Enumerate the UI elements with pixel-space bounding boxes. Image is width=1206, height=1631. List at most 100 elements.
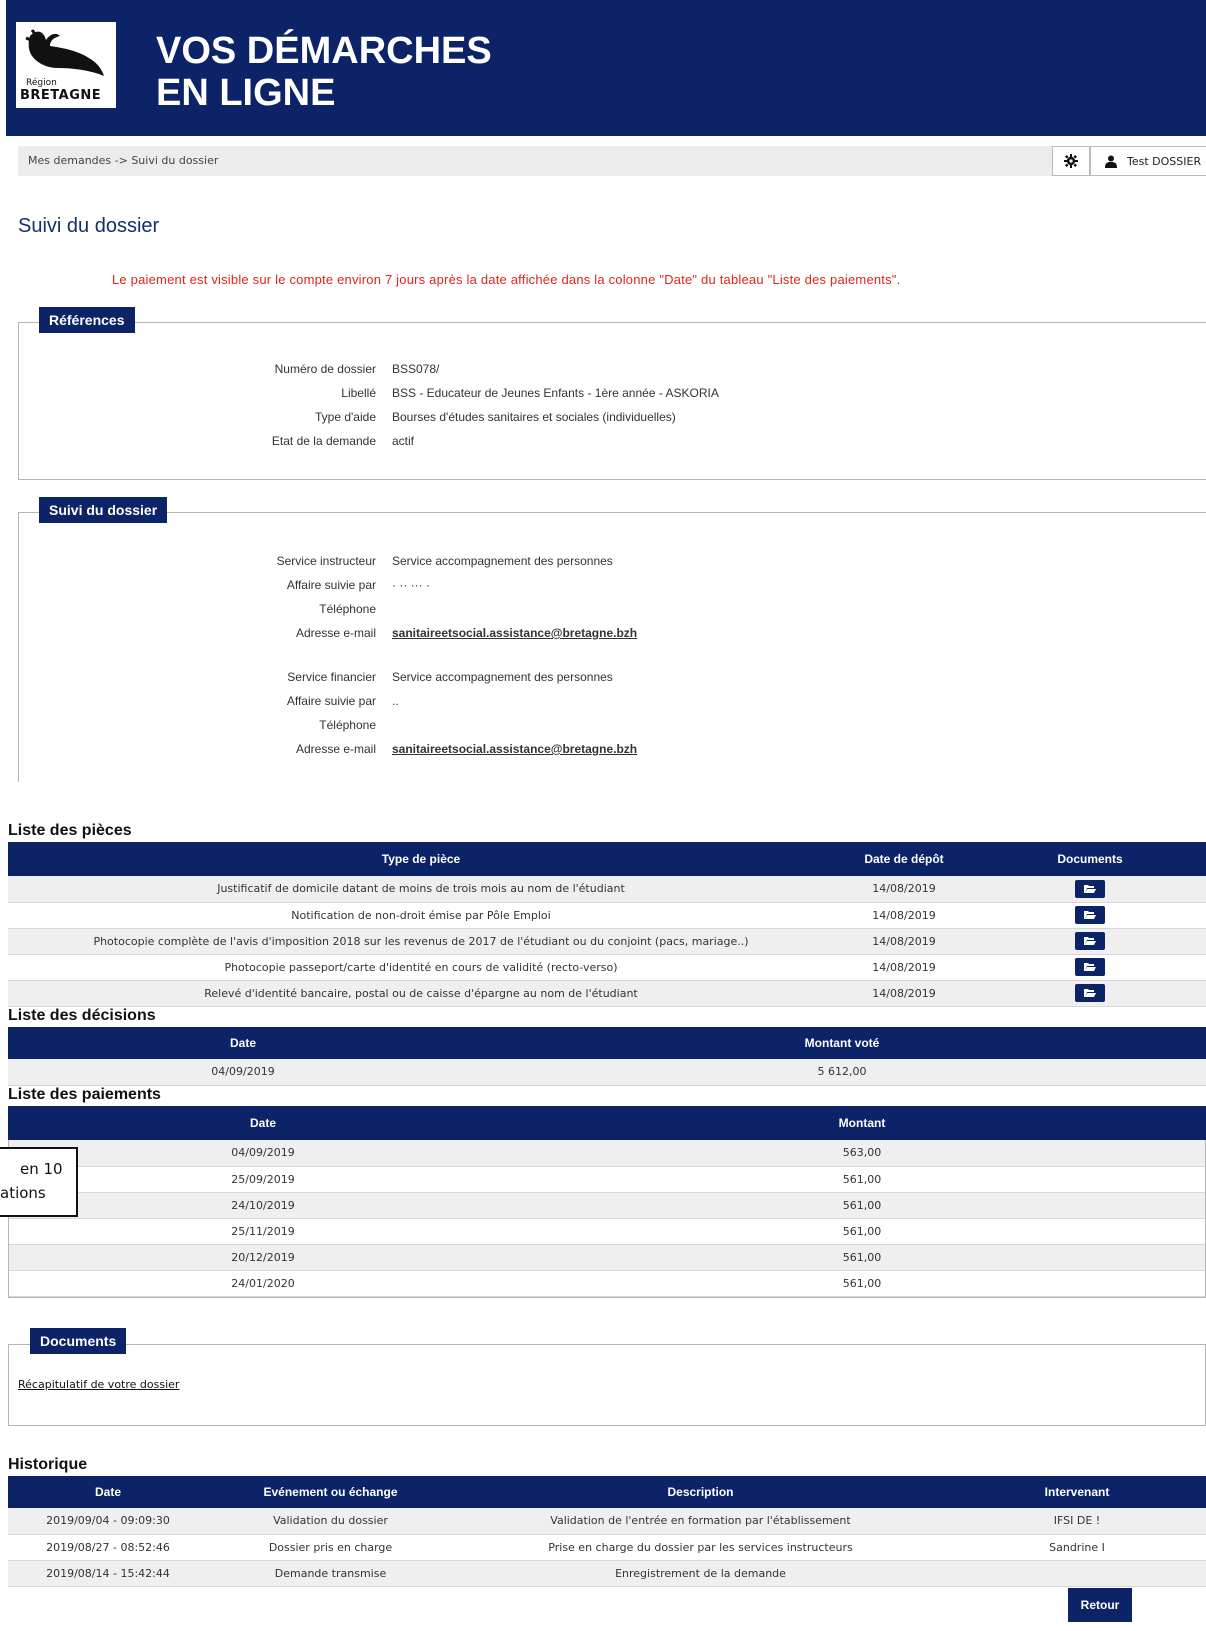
email-link[interactable]: sanitaireetsocial.assistance@bretagne.bz… xyxy=(392,626,637,640)
decisions-header-montant: Montant voté xyxy=(478,1027,1206,1059)
open-document-button[interactable] xyxy=(1075,906,1105,924)
detail-row: Affaire suivie par · ·· ··· · xyxy=(0,578,1206,598)
annotation-callout: en 10 ations xyxy=(0,1147,78,1217)
decisions-title: Liste des décisions xyxy=(8,1007,156,1024)
detail-row: Service instructeur Service accompagnemen… xyxy=(0,554,1206,574)
decisions-table: Date Montant voté 04/09/2019 5 612,00 xyxy=(8,1027,1206,1086)
gear-icon xyxy=(1064,154,1078,168)
email-link[interactable]: sanitaireetsocial.assistance@bretagne.bz… xyxy=(392,742,637,756)
pieces-cell: 14/08/2019 xyxy=(834,954,974,981)
pieces-cell: Justificatif de domicile datant de moins… xyxy=(8,876,834,903)
folder-open-icon xyxy=(1084,937,1096,945)
detail-value: Service accompagnement des personnes xyxy=(392,670,613,684)
historique-header-evenement: Evénement ou échange xyxy=(208,1476,453,1508)
historique-cell: Prise en charge du dossier par les servi… xyxy=(453,1534,948,1561)
document-cell xyxy=(974,928,1206,955)
page-title: Suivi du dossier xyxy=(18,215,160,237)
detail-label: Téléphone xyxy=(319,718,376,732)
recap-dossier-link[interactable]: Récapitulatif de votre dossier xyxy=(18,1378,179,1391)
pieces-table: Type de pièce Date de dépôt Documents Ju… xyxy=(8,842,1206,1007)
historique-header-description: Description xyxy=(453,1476,948,1508)
detail-label: Affaire suivie par xyxy=(286,694,376,708)
paiements-border xyxy=(8,1140,1206,1298)
document-cell xyxy=(974,954,1206,981)
user-icon xyxy=(1105,155,1117,168)
logo-bretagne-text: BRETAGNE xyxy=(20,88,102,103)
table-row: 04/09/2019 5 612,00 xyxy=(8,1059,1206,1086)
pieces-header-date: Date de dépôt xyxy=(834,842,974,876)
detail-value: .. xyxy=(392,694,399,708)
pieces-title: Liste des pièces xyxy=(8,822,132,839)
logo-region-text: Région xyxy=(26,78,57,88)
site-header: Région BRETAGNE VOS DÉMARCHES EN LIGNE xyxy=(6,0,1206,136)
callout-line1: en 10 xyxy=(20,1160,63,1178)
folder-open-icon xyxy=(1084,884,1096,893)
historique-header-date: Date xyxy=(8,1476,208,1508)
pieces-cell: 14/08/2019 xyxy=(834,928,974,955)
historique-cell: Dossier pris en charge xyxy=(208,1534,453,1561)
open-document-button[interactable] xyxy=(1075,984,1105,1002)
table-row: 2019/08/27 - 08:52:46 Dossier pris en cha… xyxy=(8,1534,1206,1561)
table-row: 2019/09/04 - 09:09:30 Validation du dossi… xyxy=(8,1508,1206,1535)
site-title: VOS DÉMARCHES EN LIGNE xyxy=(156,30,492,114)
pieces-cell: 14/08/2019 xyxy=(834,876,974,903)
detail-label: Etat de la demande xyxy=(271,434,376,448)
pieces-cell: Relevé d'identité bancaire, postal ou de… xyxy=(8,980,834,1007)
historique-cell: 2019/08/27 - 08:52:46 xyxy=(8,1534,208,1561)
historique-cell: 2019/08/14 - 15:42:44 xyxy=(8,1560,208,1587)
detail-label: Service instructeur xyxy=(276,554,376,568)
historique-header-intervenant: Intervenant xyxy=(948,1476,1206,1508)
ermine-logo-icon xyxy=(25,29,104,76)
pieces-cell: Photocopie passeport/carte d'identité en… xyxy=(8,954,834,981)
pieces-header-documents: Documents xyxy=(974,842,1206,876)
paiements-header-montant: Montant xyxy=(518,1106,1206,1140)
references-legend: Références xyxy=(39,307,135,333)
detail-row: Téléphone xyxy=(0,718,1206,738)
pieces-cell: 14/08/2019 xyxy=(834,980,974,1007)
historique-cell: Validation de l'entrée en formation par … xyxy=(453,1508,948,1535)
historique-cell xyxy=(948,1560,1206,1587)
detail-value: · ·· ··· · xyxy=(392,578,430,592)
document-cell xyxy=(974,902,1206,929)
historique-table: Date Evénement ou échange Description In… xyxy=(8,1476,1206,1587)
retour-button[interactable]: Retour xyxy=(1068,1588,1132,1622)
detail-label: Adresse e-mail xyxy=(295,742,376,756)
user-name: Test DOSSIER xyxy=(1127,154,1202,168)
detail-value: Service accompagnement des personnes xyxy=(392,554,613,568)
user-menu-button[interactable]: Test DOSSIER xyxy=(1090,146,1206,176)
detail-row: Numéro de dossier BSS078/ xyxy=(0,362,1206,382)
detail-row: Etat de la demande actif xyxy=(0,434,1206,454)
detail-row: Adresse e-mail sanitaireetsocial.assistan… xyxy=(0,626,1206,646)
table-row: Notification de non-droit émise par Pôle… xyxy=(8,902,1206,929)
table-row: Photocopie complète de l'avis d'impositi… xyxy=(8,928,1206,955)
decisions-cell: 04/09/2019 xyxy=(8,1059,478,1086)
detail-label: Adresse e-mail xyxy=(295,626,376,640)
detail-label: Numéro de dossier xyxy=(274,362,376,376)
folder-open-icon xyxy=(1084,911,1096,919)
detail-label: Libellé xyxy=(341,386,376,400)
breadcrumb[interactable]: Mes demandes -> Suivi du dossier xyxy=(28,154,218,167)
table-row: Justificatif de domicile datant de moins… xyxy=(8,876,1206,903)
site-title-line1: VOS DÉMARCHES xyxy=(156,30,492,72)
document-cell xyxy=(974,980,1206,1007)
region-logo[interactable]: Région BRETAGNE xyxy=(16,22,116,108)
detail-value: BSS - Educateur de Jeunes Enfants - 1ère… xyxy=(392,386,719,400)
document-cell xyxy=(974,876,1206,903)
historique-cell: Sandrine I xyxy=(948,1534,1206,1561)
folder-open-icon xyxy=(1084,989,1096,997)
detail-row: Service financier Service accompagnement … xyxy=(0,670,1206,690)
historique-cell: Validation du dossier xyxy=(208,1508,453,1535)
historique-cell: IFSI DE ! xyxy=(948,1508,1206,1535)
documents-fieldset xyxy=(8,1344,1206,1426)
open-document-button[interactable] xyxy=(1075,958,1105,976)
open-document-button[interactable] xyxy=(1075,932,1105,950)
historique-title: Historique xyxy=(8,1456,88,1473)
detail-row: Adresse e-mail sanitaireetsocial.assistan… xyxy=(0,742,1206,762)
detail-label: Affaire suivie par xyxy=(286,578,376,592)
settings-button[interactable] xyxy=(1052,146,1090,176)
payment-notice: Le paiement est visible sur le compte en… xyxy=(112,272,901,287)
pieces-cell: Notification de non-droit émise par Pôle… xyxy=(8,902,834,929)
table-row: Photocopie passeport/carte d'identité en… xyxy=(8,954,1206,981)
open-document-button[interactable] xyxy=(1075,879,1105,898)
detail-value: BSS078/ xyxy=(392,362,440,376)
